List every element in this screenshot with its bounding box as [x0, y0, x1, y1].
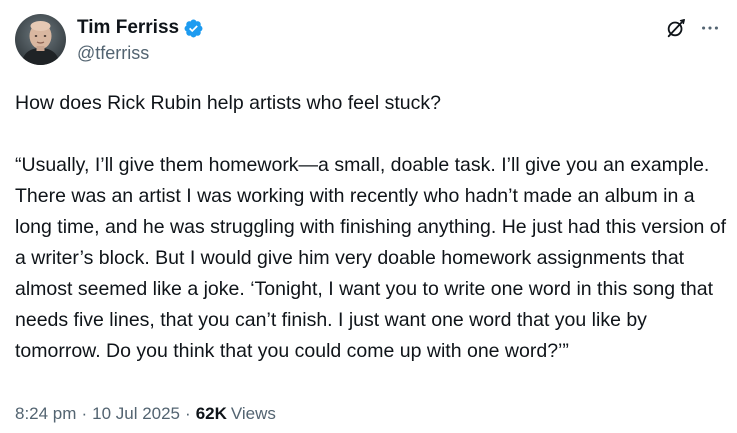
- grok-icon[interactable]: [664, 16, 688, 40]
- tweet-paragraph: How does Rick Rubin help artists who fee…: [15, 92, 441, 114]
- avatar[interactable]: [15, 14, 66, 65]
- tweet-card: Tim Ferriss @tferriss How does Rick Rubi…: [0, 0, 737, 433]
- more-horizontal-icon[interactable]: [698, 16, 722, 40]
- tweet-actions: [664, 16, 722, 40]
- meta-separator: ·: [81, 404, 88, 423]
- tweet-time[interactable]: 8:24 pm: [15, 404, 76, 424]
- views-label: Views: [230, 404, 276, 423]
- author-display-name[interactable]: Tim Ferriss: [77, 17, 179, 39]
- views-count[interactable]: 62K: [196, 404, 227, 424]
- tweet-paragraph: “Usually, I’ll give them homework—a smal…: [15, 154, 727, 362]
- meta-separator: ·: [185, 404, 191, 423]
- author-block: Tim Ferriss @tferriss: [77, 15, 204, 64]
- verified-badge-icon[interactable]: [183, 18, 204, 39]
- tweet-meta: 8:24 pm · 10 Jul 2025 · 62K Views: [15, 404, 276, 424]
- tweet-date[interactable]: 10 Jul 2025: [92, 404, 180, 424]
- name-row: Tim Ferriss: [77, 15, 204, 41]
- author-handle[interactable]: @tferriss: [77, 43, 204, 64]
- tweet-text: How does Rick Rubin help artists who fee…: [15, 88, 727, 367]
- avatar-image: [15, 14, 66, 65]
